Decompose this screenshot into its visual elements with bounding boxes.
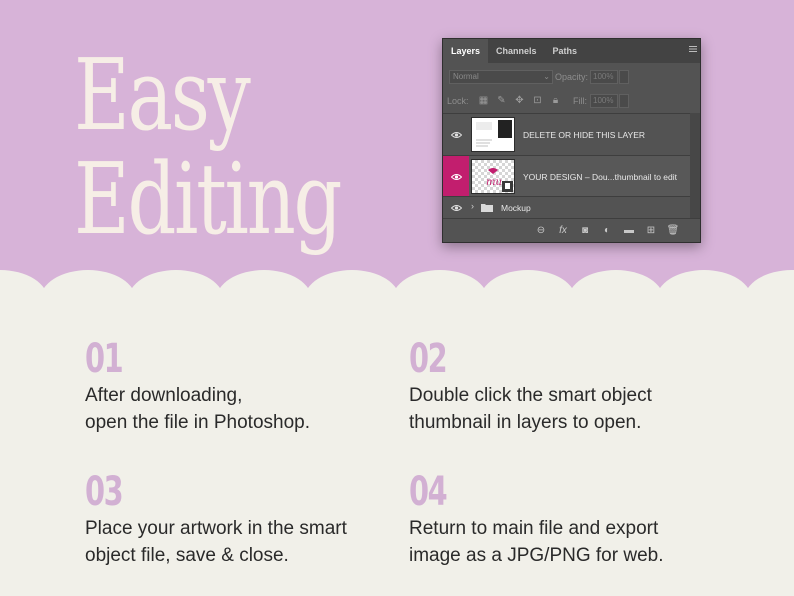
fill-label: Fill: [573,96,587,106]
lock-icons: ▦ ✎ ✥ ⊡ 🔒︎ [477,95,562,107]
step-01: 01 After downloading, open the file in P… [85,338,405,436]
layer-row-delete[interactable]: DELETE OR HIDE THIS LAYER [443,113,690,155]
step-text-line: open the file in Photoshop. [85,412,311,433]
smart-object-thumbnail[interactable]: mu [471,159,515,194]
lock-image-icon[interactable]: ✎ [495,95,508,107]
fill-dropdown[interactable] [619,94,629,108]
step-03: 03 Place your artwork in the smart objec… [85,471,405,569]
tab-paths[interactable]: Paths [545,39,586,63]
trash-icon[interactable]: 🗑︎ [666,224,680,237]
panel-tabs: Layers Channels Paths [443,39,700,63]
layers-panel: Layers Channels Paths Normal ⌄ Opacity: … [442,38,701,243]
step-text-line: Return to main file and export [409,518,659,539]
eye-icon [451,173,462,180]
thumbnail-art: mu [486,168,513,192]
scallop-divider [0,270,794,322]
step-number: 02 [409,336,448,382]
headline-line-1: Easy [74,39,251,153]
lock-row: Lock: ▦ ✎ ✥ ⊡ 🔒︎ Fill: 100% [447,94,690,108]
step-02: 02 Double click the smart object thumbna… [409,338,729,436]
opacity-value: 100% [593,72,614,81]
folder-icon [481,204,493,212]
step-number: 03 [85,469,124,515]
layer-thumbnail[interactable] [471,117,515,152]
group-name: Mockup [501,203,531,213]
fill-input[interactable]: 100% [590,94,618,108]
chevron-right-icon[interactable]: › [471,201,474,211]
step-text-line: After downloading, [85,385,243,406]
fill-value: 100% [593,96,614,105]
step-text: After downloading, open the file in Phot… [85,382,405,436]
lock-transparent-icon[interactable]: ▦ [477,95,490,107]
tab-channels[interactable]: Channels [488,39,545,63]
opacity-dropdown[interactable] [619,70,629,84]
opacity-label: Opacity: [555,72,589,82]
headline: Easy Editing [74,39,342,257]
tab-layers[interactable]: Layers [443,39,489,63]
blend-row: Normal ⌄ Opacity: 100% [449,70,690,84]
panel-scrollbar[interactable] [690,113,700,219]
layer-row-design[interactable]: mu YOUR DESIGN – Dou...thumbnail to edit [443,155,690,197]
panel-menu-icon[interactable] [689,45,697,53]
blend-mode-select[interactable]: Normal ⌄ [449,70,553,84]
chevron-down-icon: ⌄ [543,72,550,81]
fx-icon[interactable]: fx [556,224,570,237]
visibility-toggle[interactable] [443,156,469,197]
headline-line-2: Editing [74,143,342,257]
eye-icon[interactable] [451,204,462,212]
step-text: Double click the smart object thumbnail … [409,382,729,436]
step-text-line: object file, save & close. [85,545,289,566]
mask-icon[interactable]: ◙ [578,224,592,237]
blend-mode-value: Normal [453,72,479,81]
opacity-input[interactable]: 100% [590,70,618,84]
step-text-line: Double click the smart object [409,385,652,406]
new-layer-icon[interactable]: ⊞ [644,224,658,237]
panel-bottom-toolbar: ⊖ fx ◙ ◐ ▬ ⊞ 🗑︎ [443,218,700,242]
layer-name: YOUR DESIGN – Dou...thumbnail to edit [523,172,678,182]
step-number: 01 [85,336,124,382]
eye-icon [451,131,462,138]
step-text: Return to main file and export image as … [409,515,729,569]
lock-label: Lock: [447,96,469,106]
layer-name: DELETE OR HIDE THIS LAYER [523,130,646,140]
step-text: Place your artwork in the smart object f… [85,515,405,569]
step-number: 04 [409,469,448,515]
lock-position-icon[interactable]: ✥ [513,95,526,107]
thumb-text: mu [486,177,502,188]
new-group-icon[interactable]: ▬ [622,224,636,237]
step-04: 04 Return to main file and export image … [409,471,729,569]
step-text-line: thumbnail in layers to open. [409,412,642,433]
lock-all-icon[interactable]: 🔒︎ [549,95,562,107]
step-text-line: image as a JPG/PNG for web. [409,545,664,566]
step-text-line: Place your artwork in the smart [85,518,347,539]
thumbnail-art [476,120,512,147]
lock-artboard-icon[interactable]: ⊡ [531,95,544,107]
adjustment-icon[interactable]: ◐ [600,224,614,237]
link-icon[interactable]: ⊖ [534,224,548,237]
visibility-toggle[interactable] [443,114,469,155]
layer-group-mockup[interactable]: › Mockup [443,196,690,218]
